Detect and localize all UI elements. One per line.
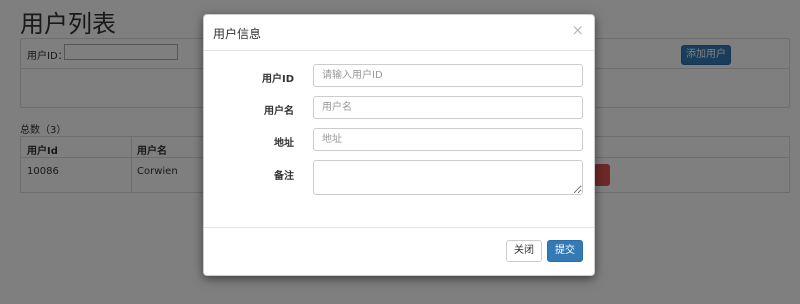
remark-label: 备注 (274, 171, 294, 182)
address-label: 地址 (274, 138, 294, 149)
address-input[interactable] (313, 128, 583, 151)
remark-textarea[interactable] (313, 160, 583, 195)
user-id-label: 用户ID (261, 74, 294, 85)
modal-header: 用户信息 × (204, 15, 594, 51)
modal-footer: 关闭 提交 (204, 227, 594, 277)
username-label: 用户名 (264, 106, 294, 117)
close-button[interactable]: 关闭 (506, 240, 542, 262)
username-input[interactable] (313, 96, 583, 119)
submit-button[interactable]: 提交 (547, 240, 583, 262)
user-info-modal: 用户信息 × 用户ID 用户名 地址 备注 关闭 提交 (203, 14, 595, 276)
modal-title: 用户信息 (213, 27, 262, 41)
close-icon[interactable]: × (571, 21, 584, 39)
user-id-input[interactable] (313, 64, 583, 87)
